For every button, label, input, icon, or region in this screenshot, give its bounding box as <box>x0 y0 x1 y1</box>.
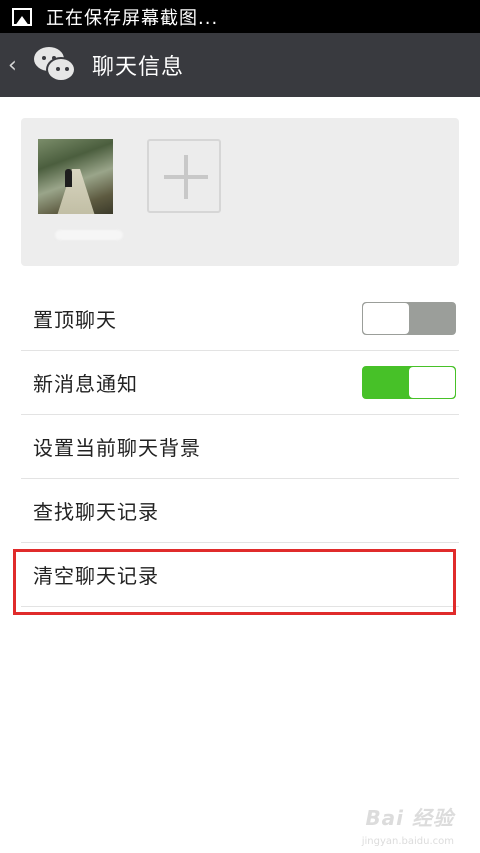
member-avatar[interactable] <box>38 139 113 214</box>
header-bar: ‹ 聊天信息 <box>0 33 480 97</box>
settings-label: 查找聊天记录 <box>33 500 159 524</box>
back-icon[interactable]: ‹ <box>8 53 26 78</box>
image-icon <box>12 7 32 26</box>
status-text: 正在保存屏幕截图... <box>46 7 219 29</box>
settings-label: 置顶聊天 <box>33 308 117 332</box>
watermark: Bai 经验 <box>365 806 454 830</box>
settings-row-pin-chat[interactable]: 置顶聊天 <box>21 287 459 351</box>
settings-row-search-history[interactable]: 查找聊天记录 <box>21 479 459 543</box>
notifications-toggle[interactable] <box>362 366 456 399</box>
add-member-button[interactable] <box>147 139 221 213</box>
settings-label: 新消息通知 <box>33 372 138 396</box>
watermark-url: jingyan.baidu.com <box>361 836 454 847</box>
page-title: 聊天信息 <box>92 55 185 80</box>
settings-label: 设置当前聊天背景 <box>33 436 201 460</box>
highlight-annotation <box>13 549 456 615</box>
pin-chat-toggle[interactable] <box>362 302 456 335</box>
member-name-blurred <box>55 230 123 240</box>
settings-row-notifications[interactable]: 新消息通知 <box>21 351 459 415</box>
status-bar: 正在保存屏幕截图... <box>0 0 480 33</box>
wechat-logo-icon[interactable] <box>34 45 78 85</box>
settings-row-chat-background[interactable]: 设置当前聊天背景 <box>21 415 459 479</box>
chat-members-panel <box>21 118 459 266</box>
